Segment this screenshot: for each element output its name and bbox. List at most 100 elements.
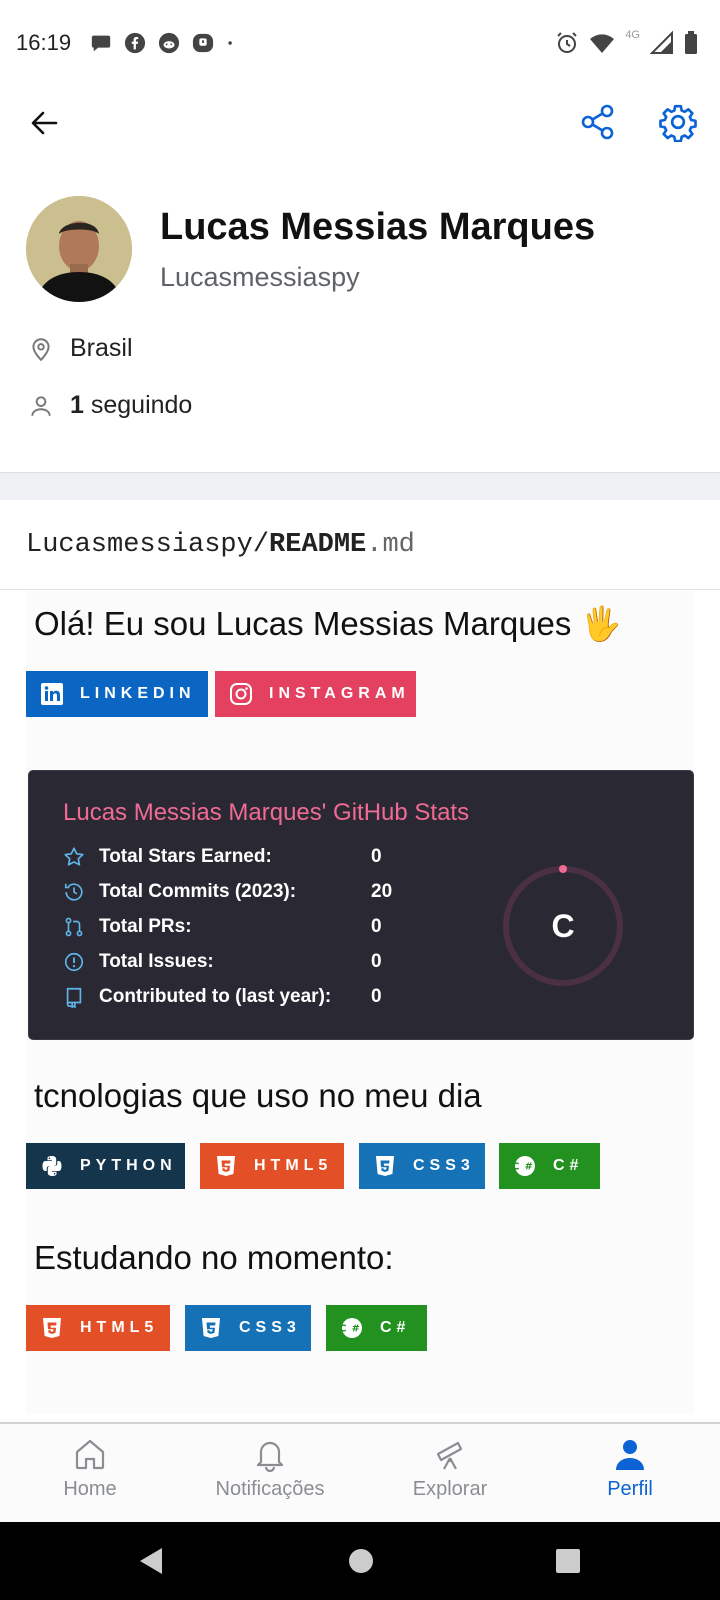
- history-icon: [64, 883, 83, 901]
- network-type: 4G: [625, 29, 640, 41]
- css3-study-badge-label: CSS3: [239, 1319, 301, 1336]
- csharp-icon: C#: [513, 1154, 537, 1178]
- battery-icon: [685, 31, 697, 54]
- bottom-navigation: Home Notificações Explorar Perfil: [0, 1422, 720, 1522]
- html5-study-badge[interactable]: HTML5: [26, 1305, 170, 1351]
- telescope-icon: [436, 1441, 463, 1470]
- readme-path: Lucasmessiaspy/README.md: [26, 530, 415, 560]
- css3-badge-label: CSS3: [413, 1157, 475, 1174]
- facebook-icon: [124, 32, 146, 54]
- csharp-study-badge-label: C#: [380, 1319, 411, 1336]
- stats-row-prs: Total PRs: 0: [63, 912, 382, 942]
- avatar[interactable]: [26, 196, 132, 302]
- system-home-icon[interactable]: [348, 1546, 374, 1576]
- nav-explore-label: Explorar: [412, 1478, 488, 1500]
- following-label: seguindo: [90, 391, 193, 419]
- profile-username: Lucasmessiaspy: [160, 262, 360, 292]
- nav-explore[interactable]: Explorar: [375, 1436, 525, 1501]
- person-icon: [616, 1440, 644, 1470]
- python-icon: [40, 1154, 64, 1178]
- rank-letter: C: [551, 907, 575, 944]
- bell-icon: [256, 1441, 284, 1472]
- stats-value: 0: [371, 916, 382, 937]
- app-notification-icon: [192, 33, 214, 53]
- star-icon: [64, 847, 84, 866]
- status-bar: 16:19 4G: [0, 0, 720, 88]
- pull-request-icon: [65, 917, 83, 937]
- back-button[interactable]: [26, 104, 64, 142]
- csharp-badge[interactable]: C# C#: [499, 1143, 600, 1189]
- reddit-icon: [158, 32, 180, 54]
- nav-profile[interactable]: Perfil: [555, 1436, 705, 1501]
- linkedin-badge-label: LINKEDIN: [80, 685, 196, 702]
- share-button[interactable]: [578, 102, 618, 142]
- stats-row-stars: Total Stars Earned: 0: [63, 842, 382, 872]
- instagram-icon: [229, 682, 253, 706]
- arrow-left-icon: [31, 111, 58, 135]
- issue-icon: [64, 952, 84, 972]
- readme-tech-heading: tcnologias que uso no meu dia: [34, 1077, 482, 1114]
- stats-label: Total PRs:: [99, 916, 192, 937]
- html5-badge[interactable]: HTML5: [200, 1143, 344, 1189]
- gear-icon: [659, 104, 697, 143]
- status-system-icons: 4G: [555, 29, 698, 55]
- status-time: 16:19: [16, 30, 72, 55]
- system-recents-icon[interactable]: [554, 1546, 582, 1576]
- stats-label: Contributed to (last year):: [99, 986, 332, 1007]
- html5-icon: [40, 1316, 64, 1340]
- stats-row-issues: Total Issues: 0: [63, 947, 382, 977]
- nav-profile-label: Perfil: [607, 1478, 653, 1500]
- app-bar: [0, 88, 720, 158]
- linkedin-icon: [40, 682, 64, 706]
- csharp-study-badge[interactable]: C# C#: [326, 1305, 427, 1351]
- stats-label: Total Issues:: [99, 951, 214, 972]
- stats-value: 0: [371, 846, 382, 867]
- css3-badge[interactable]: CSS3: [359, 1143, 485, 1189]
- python-badge[interactable]: PYTHON: [26, 1143, 185, 1189]
- readme-study-heading: Estudando no momento:: [34, 1239, 394, 1276]
- share-icon: [581, 104, 614, 140]
- stats-value: 0: [371, 986, 382, 1007]
- readme-owner: Lucasmessiaspy/: [26, 530, 270, 560]
- readme-header[interactable]: Lucasmessiaspy/README.md: [0, 500, 720, 590]
- readme-content: Olá! Eu sou Lucas Messias Marques 🖐 LINK…: [26, 591, 694, 1413]
- nav-home[interactable]: Home: [15, 1436, 165, 1501]
- system-back-icon[interactable]: [138, 1546, 166, 1576]
- location-text: Brasil: [70, 334, 133, 362]
- alarm-icon: [557, 32, 578, 53]
- stats-row-commits: Total Commits (2023): 20: [63, 877, 392, 907]
- nav-notifications[interactable]: Notificações: [195, 1436, 345, 1501]
- html5-icon: [214, 1154, 238, 1178]
- home-icon: [75, 1439, 105, 1470]
- css3-icon: [373, 1154, 397, 1178]
- chat-bubble-icon: [91, 35, 111, 52]
- stats-label: Total Stars Earned:: [99, 846, 272, 867]
- wifi-icon: [590, 34, 615, 53]
- css3-study-badge[interactable]: CSS3: [185, 1305, 311, 1351]
- section-divider: [0, 472, 720, 500]
- svg-text:C#: C#: [513, 1162, 537, 1173]
- person-outline-icon: [31, 395, 51, 416]
- notification-icons: [90, 32, 240, 54]
- system-navigation-bar: [0, 1522, 720, 1600]
- github-stats-card: Lucas Messias Marques' GitHub Stats Tota…: [28, 770, 694, 1040]
- linkedin-badge[interactable]: LINKEDIN: [26, 671, 208, 717]
- location-pin-icon: [32, 337, 50, 361]
- more-dot-icon: [228, 41, 232, 45]
- svg-text:C#: C#: [340, 1324, 364, 1335]
- location-row: Brasil: [28, 334, 133, 363]
- stats-title: Lucas Messias Marques' GitHub Stats: [63, 799, 470, 826]
- following-count: 1: [70, 391, 84, 419]
- stats-value: 0: [371, 951, 382, 972]
- instagram-badge-label: INSTAGRAM: [269, 685, 410, 702]
- settings-button[interactable]: [658, 102, 698, 143]
- html5-badge-label: HTML5: [254, 1157, 333, 1174]
- instagram-badge[interactable]: INSTAGRAM: [215, 671, 416, 717]
- cell-signal-icon: [650, 31, 673, 54]
- profile-photo: [26, 196, 132, 302]
- readme-ext: .md: [366, 530, 415, 560]
- following-row[interactable]: 1 seguindo: [28, 391, 192, 420]
- nav-home-label: Home: [63, 1478, 117, 1500]
- readme-intro-heading: Olá! Eu sou Lucas Messias Marques 🖐: [34, 605, 622, 642]
- python-badge-label: PYTHON: [80, 1157, 177, 1174]
